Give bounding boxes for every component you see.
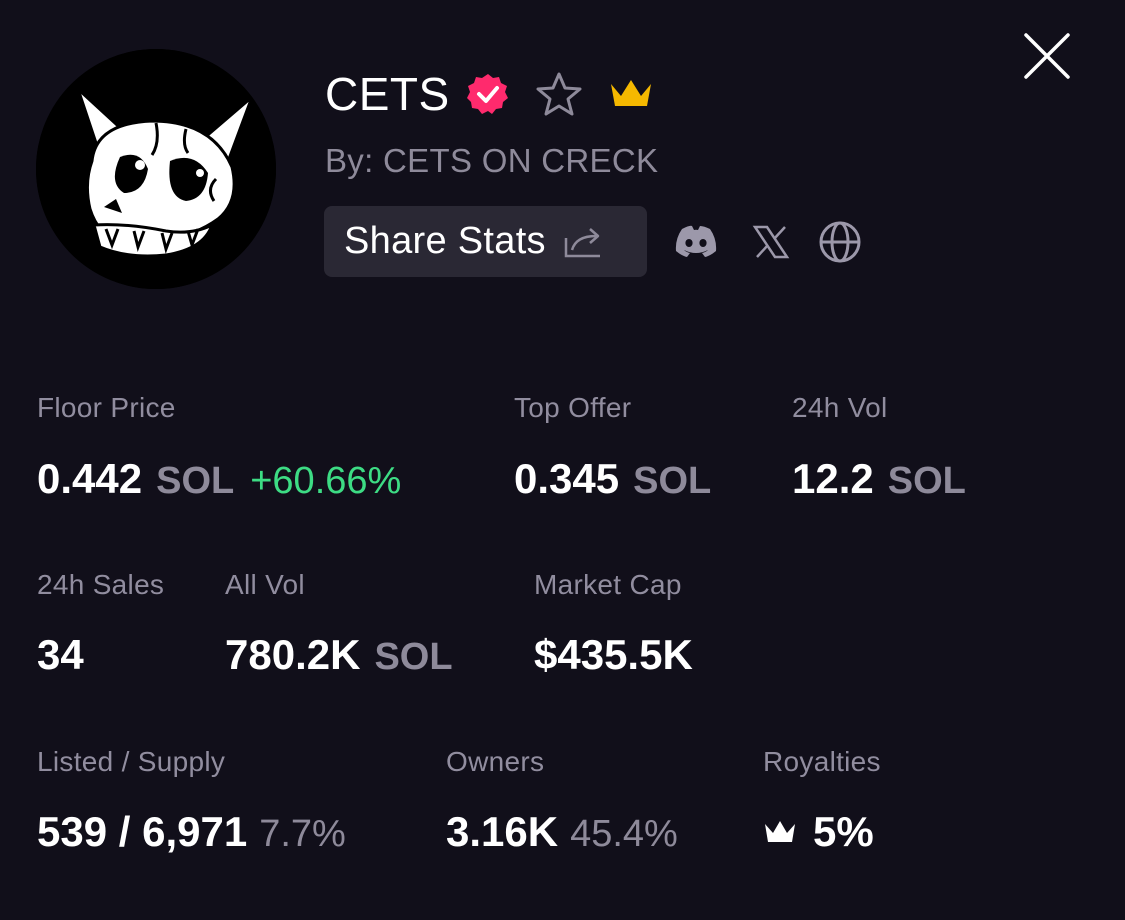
close-icon[interactable] bbox=[1021, 30, 1073, 82]
x-icon[interactable] bbox=[747, 219, 795, 265]
share-icon bbox=[564, 227, 600, 257]
verified-badge-icon bbox=[466, 74, 508, 114]
share-stats-label: Share Stats bbox=[344, 220, 546, 262]
globe-icon[interactable] bbox=[815, 219, 863, 265]
listed-supply-value: 539 / 6,971 7.7% bbox=[37, 808, 346, 856]
vol-24h-amount: 12.2 bbox=[792, 455, 874, 502]
listed-supply-amount: 539 / 6,971 bbox=[37, 808, 248, 855]
top-offer-value: 0.345 SOL bbox=[514, 455, 711, 503]
vol-24h-label: 24h Vol bbox=[792, 392, 888, 423]
sales-24h-value: 34 bbox=[37, 631, 84, 679]
royalties-value: 5% bbox=[763, 808, 874, 856]
owners-amount: 3.16K bbox=[446, 808, 559, 855]
floor-price-unit: SOL bbox=[156, 460, 235, 502]
all-vol-value: 780.2K SOL bbox=[225, 631, 453, 679]
market-cap-label: Market Cap bbox=[534, 569, 682, 600]
all-vol-label: All Vol bbox=[225, 569, 305, 600]
owners-label: Owners bbox=[446, 746, 545, 777]
owners-value: 3.16K 45.4% bbox=[446, 808, 678, 856]
collection-name: CETS bbox=[325, 68, 450, 120]
floor-price-label: Floor Price bbox=[37, 392, 176, 423]
sales-24h-amount: 34 bbox=[37, 631, 84, 678]
top-offer-label: Top Offer bbox=[514, 392, 632, 423]
vol-24h-unit: SOL bbox=[887, 460, 966, 502]
listed-percent: 7.7% bbox=[259, 813, 346, 855]
all-vol-amount: 780.2K bbox=[225, 631, 361, 678]
share-stats-button[interactable]: Share Stats bbox=[324, 206, 647, 277]
market-cap-amount: $435.5K bbox=[534, 631, 693, 678]
crown-icon bbox=[610, 80, 651, 106]
market-cap-value: $435.5K bbox=[534, 631, 693, 679]
sales-24h-label: 24h Sales bbox=[37, 569, 165, 600]
floor-price-value: 0.442 SOL +60.66% bbox=[37, 455, 401, 503]
floor-price-change: +60.66% bbox=[250, 460, 402, 502]
collection-avatar bbox=[36, 49, 276, 289]
vol-24h-value: 12.2 SOL bbox=[792, 455, 966, 503]
royalties-amount: 5% bbox=[813, 808, 874, 855]
top-offer-amount: 0.345 bbox=[514, 455, 620, 502]
creator-name: By: CETS ON CRECK bbox=[325, 142, 659, 179]
all-vol-unit: SOL bbox=[374, 636, 453, 678]
royalties-label: Royalties bbox=[763, 746, 881, 777]
crown-icon bbox=[765, 821, 795, 842]
listed-supply-label: Listed / Supply bbox=[37, 746, 226, 777]
star-icon[interactable] bbox=[534, 70, 584, 118]
owners-percent: 45.4% bbox=[570, 813, 678, 855]
title-row: CETS bbox=[325, 64, 654, 124]
floor-price-amount: 0.442 bbox=[37, 455, 143, 502]
discord-icon[interactable] bbox=[672, 219, 720, 265]
top-offer-unit: SOL bbox=[633, 460, 712, 502]
cat-skull-logo bbox=[36, 49, 276, 289]
